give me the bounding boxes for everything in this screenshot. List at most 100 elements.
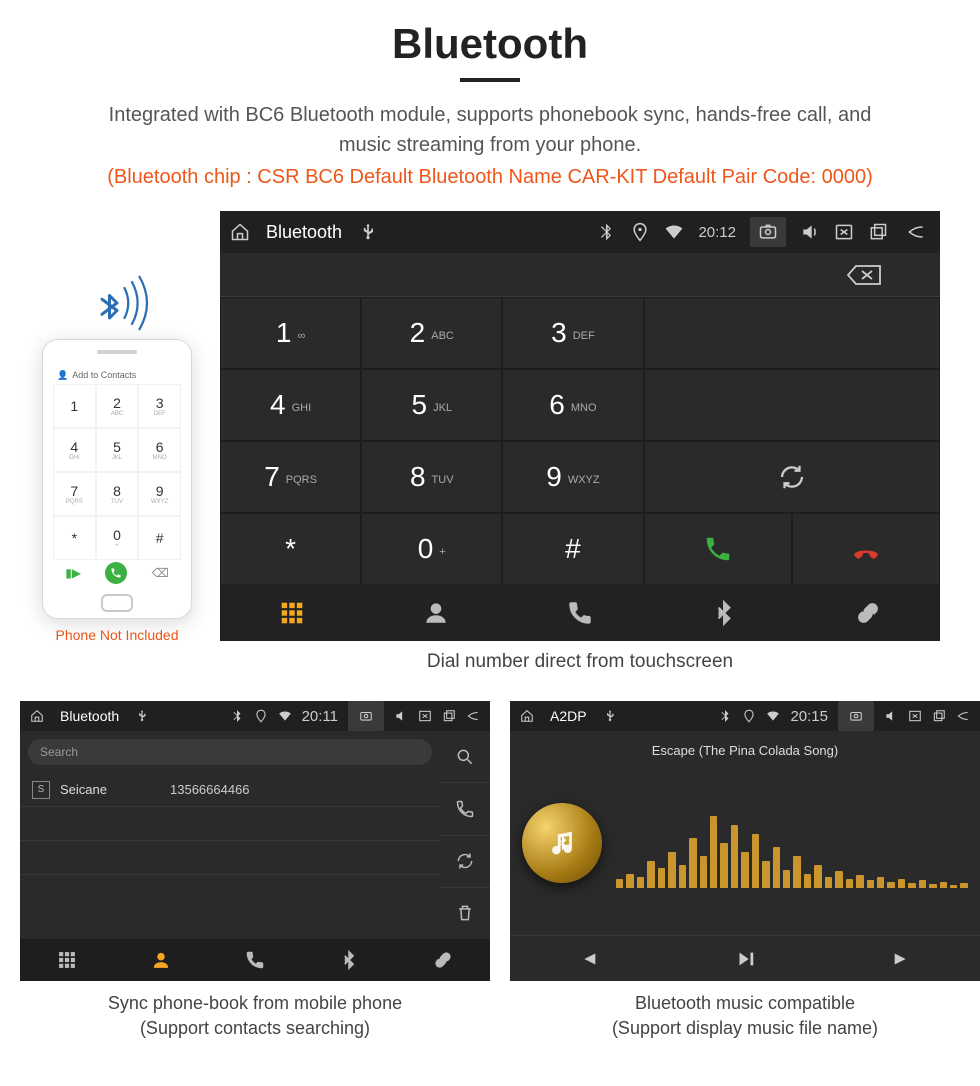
tab-bluetooth[interactable] bbox=[652, 585, 796, 641]
dial-key-2[interactable]: 2ABC bbox=[361, 297, 502, 369]
tab-call-log[interactable] bbox=[208, 939, 302, 981]
dial-key-9[interactable]: 9WXYZ bbox=[502, 441, 643, 513]
page-description: Integrated with BC6 Bluetooth module, su… bbox=[80, 100, 900, 160]
bluetooth-icon bbox=[230, 709, 244, 723]
tab-keypad[interactable] bbox=[220, 585, 364, 641]
contact-number: 13566664466 bbox=[170, 782, 250, 797]
prev-track-button[interactable] bbox=[510, 948, 667, 970]
search-placeholder: Search bbox=[40, 745, 78, 759]
call-button[interactable] bbox=[644, 513, 792, 585]
close-app-icon[interactable] bbox=[834, 222, 854, 242]
search-input[interactable]: Search bbox=[28, 739, 432, 765]
phone-key: 5JKL bbox=[96, 428, 139, 472]
main-panel-caption: Dial number direct from touchscreen bbox=[220, 651, 940, 673]
back-icon[interactable] bbox=[902, 222, 930, 242]
recent-apps-icon[interactable] bbox=[442, 709, 456, 723]
contact-initial: S bbox=[32, 781, 50, 799]
contact-row[interactable]: S Seicane 13566664466 bbox=[20, 773, 440, 807]
usb-icon bbox=[603, 709, 617, 723]
equalizer-visual bbox=[616, 798, 968, 888]
home-icon[interactable] bbox=[520, 709, 534, 723]
dial-key-empty bbox=[644, 369, 940, 441]
dial-key-1[interactable]: 1∞ bbox=[220, 297, 361, 369]
page-title: Bluetooth bbox=[0, 20, 980, 68]
wifi-icon bbox=[664, 222, 684, 242]
tab-contacts[interactable] bbox=[364, 585, 508, 641]
dial-key-empty bbox=[644, 297, 940, 369]
phone-key: 6MNO bbox=[138, 428, 181, 472]
side-sync-button[interactable] bbox=[440, 836, 490, 888]
bluetooth-spec: (Bluetooth chip : CSR BC6 Default Blueto… bbox=[0, 166, 980, 189]
status-title: A2DP bbox=[550, 708, 587, 724]
usb-icon bbox=[358, 222, 378, 242]
next-track-button[interactable] bbox=[823, 948, 980, 970]
phone-key: 9WXYZ bbox=[138, 472, 181, 516]
phone-add-contacts-bar: 👤 Add to Contacts bbox=[53, 366, 181, 384]
phone-key: 1 bbox=[53, 384, 96, 428]
dial-key-0[interactable]: 0+ bbox=[361, 513, 502, 585]
phone-key: 8TUV bbox=[96, 472, 139, 516]
music-panel: A2DP 20:15 bbox=[510, 701, 980, 981]
volume-icon[interactable] bbox=[394, 709, 408, 723]
tab-keypad[interactable] bbox=[20, 939, 114, 981]
volume-icon[interactable] bbox=[884, 709, 898, 723]
dial-key-7[interactable]: 7PQRS bbox=[220, 441, 361, 513]
tab-bluetooth[interactable] bbox=[302, 939, 396, 981]
close-app-icon[interactable] bbox=[908, 709, 922, 723]
tab-pair[interactable] bbox=[796, 585, 940, 641]
screenshot-button[interactable] bbox=[348, 701, 384, 731]
status-bar-phonebook: Bluetooth 20:11 bbox=[20, 701, 490, 731]
phone-call-button[interactable] bbox=[105, 562, 127, 584]
album-art bbox=[522, 803, 602, 883]
backspace-key[interactable] bbox=[804, 253, 924, 296]
sync-contacts-button[interactable] bbox=[644, 441, 940, 513]
phone-key: 7PQRS bbox=[53, 472, 96, 516]
tab-call-log[interactable] bbox=[508, 585, 652, 641]
dial-key-5[interactable]: 5JKL bbox=[361, 369, 502, 441]
contact-row bbox=[20, 875, 440, 939]
location-icon bbox=[630, 222, 650, 242]
dial-key-#[interactable]: # bbox=[502, 513, 643, 585]
volume-icon[interactable] bbox=[800, 222, 820, 242]
contact-row bbox=[20, 807, 440, 841]
bluetooth-icon bbox=[596, 222, 616, 242]
recent-apps-icon[interactable] bbox=[868, 222, 888, 242]
hangup-button[interactable] bbox=[792, 513, 940, 585]
screenshot-button[interactable] bbox=[750, 217, 786, 247]
backspace-icon: ⌫ bbox=[152, 566, 169, 580]
add-contacts-label: Add to Contacts bbox=[72, 370, 136, 380]
video-icon: ▮▶ bbox=[65, 566, 81, 580]
phone-key: 2ABC bbox=[96, 384, 139, 428]
close-app-icon[interactable] bbox=[418, 709, 432, 723]
play-pause-button[interactable] bbox=[667, 948, 824, 970]
music-caption: Bluetooth music compatible (Support disp… bbox=[510, 991, 980, 1041]
phone-key: 3DEF bbox=[138, 384, 181, 428]
home-icon[interactable] bbox=[230, 222, 250, 242]
status-title: Bluetooth bbox=[266, 222, 342, 243]
phone-key: * bbox=[53, 516, 96, 560]
dial-key-3[interactable]: 3DEF bbox=[502, 297, 643, 369]
tab-pair[interactable] bbox=[396, 939, 490, 981]
side-search-button[interactable] bbox=[440, 731, 490, 783]
back-icon[interactable] bbox=[956, 709, 970, 723]
dial-key-*[interactable]: * bbox=[220, 513, 361, 585]
status-bar: Bluetooth 20:12 bbox=[220, 211, 940, 253]
smartphone-mockup: 👤 Add to Contacts 12ABC3DEF4GHI5JKL6MNO7… bbox=[42, 339, 192, 619]
clock-time: 20:11 bbox=[302, 708, 338, 725]
bottom-tab-bar bbox=[20, 939, 490, 981]
recent-apps-icon[interactable] bbox=[932, 709, 946, 723]
tab-contacts[interactable] bbox=[114, 939, 208, 981]
main-dialer-panel: Bluetooth 20:12 bbox=[220, 211, 940, 641]
side-call-button[interactable] bbox=[440, 783, 490, 835]
bluetooth-signal-icon bbox=[77, 273, 157, 333]
back-icon[interactable] bbox=[466, 709, 480, 723]
wifi-icon bbox=[766, 709, 780, 723]
home-icon[interactable] bbox=[30, 709, 44, 723]
dial-key-6[interactable]: 6MNO bbox=[502, 369, 643, 441]
dial-key-8[interactable]: 8TUV bbox=[361, 441, 502, 513]
screenshot-button[interactable] bbox=[838, 701, 874, 731]
side-delete-button[interactable] bbox=[440, 888, 490, 939]
dial-key-4[interactable]: 4GHI bbox=[220, 369, 361, 441]
status-bar-music: A2DP 20:15 bbox=[510, 701, 980, 731]
bottom-tab-bar bbox=[220, 585, 940, 641]
